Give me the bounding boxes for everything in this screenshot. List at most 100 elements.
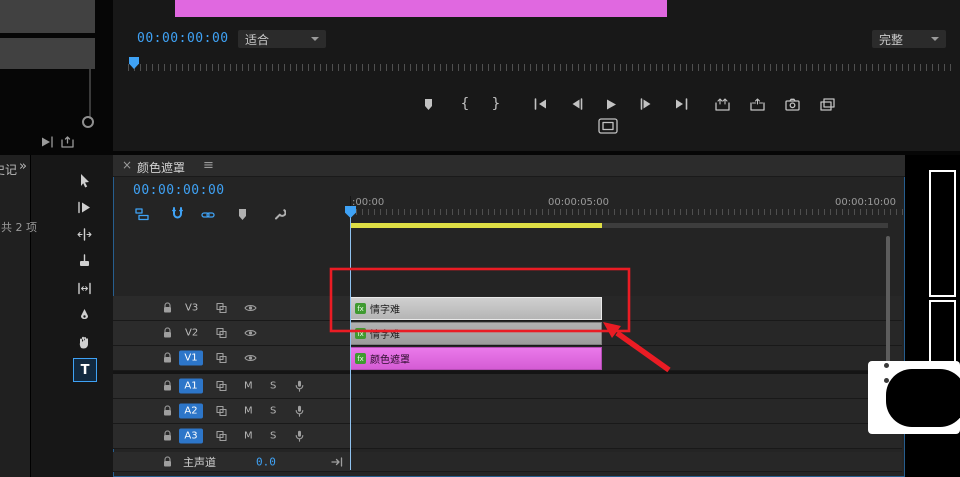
nest-sequence-toggle-icon[interactable] [135, 208, 149, 221]
go-to-out-button[interactable] [671, 94, 691, 114]
lift-button[interactable] [712, 94, 732, 114]
playhead-head-icon[interactable] [345, 206, 356, 218]
play-button[interactable] [601, 94, 621, 114]
chevron-down-icon [931, 37, 939, 41]
add-marker-button[interactable] [418, 94, 438, 114]
track-lock-icon[interactable] [163, 303, 172, 314]
timeline-timecode[interactable]: 00:00:00:00 [133, 183, 225, 198]
track-lock-icon[interactable] [163, 328, 172, 339]
track-target-a1[interactable]: A1 [179, 379, 203, 394]
timeline-panel: × 颜色遮罩 ≡ 00:00:00:00 :00:00 00:00:05:00 … [113, 155, 905, 477]
track-output-eye-icon[interactable] [244, 329, 257, 338]
track-select-tool-button[interactable] [71, 196, 97, 218]
track-lock-icon[interactable] [163, 381, 172, 392]
timeline-scrollbar[interactable] [886, 236, 890, 366]
playback-quality-select[interactable]: 完整 [872, 30, 946, 48]
step-back-button[interactable] [566, 94, 586, 114]
export-icon[interactable] [61, 136, 74, 148]
sync-lock-icon[interactable] [216, 406, 227, 417]
track-lock-icon[interactable] [163, 406, 172, 417]
pen-tool-button[interactable] [71, 304, 97, 326]
monitor-time-ruler[interactable] [128, 64, 954, 71]
playback-quality-value: 完整 [879, 31, 903, 48]
clip-v1-color-matte[interactable]: fx 颜色遮罩 [350, 347, 602, 370]
track-header-master: 主声道 0.0 [113, 452, 350, 471]
sync-lock-icon[interactable] [216, 353, 227, 364]
track-row-a3: A3 M S [113, 424, 902, 449]
track-lock-icon[interactable] [163, 431, 172, 442]
go-to-in-button[interactable] [530, 94, 550, 114]
master-volume-value[interactable]: 0.0 [256, 455, 276, 468]
scroll-dot-icon[interactable] [884, 378, 889, 383]
clip-v3[interactable]: fx 情字难 [350, 297, 602, 320]
sync-lock-icon[interactable] [216, 381, 227, 392]
track-header-v2: V2 [113, 321, 350, 345]
track-target-a2[interactable]: A2 [179, 404, 203, 419]
track-lock-icon[interactable] [163, 353, 172, 364]
scroll-knob-icon[interactable] [82, 116, 94, 128]
track-name-v2[interactable]: V2 [185, 328, 198, 339]
scrollbar-track[interactable] [89, 69, 91, 119]
zoom-level-select[interactable]: 适合 [238, 30, 326, 48]
track-target-a3[interactable]: A3 [179, 429, 203, 444]
track-lane-a3[interactable] [350, 424, 902, 448]
panel-tab-fragment[interactable]: 史记 [0, 161, 17, 178]
voiceover-mic-icon[interactable] [295, 405, 304, 417]
program-timecode[interactable]: 00:00:00:00 [137, 31, 229, 46]
razor-tool-button[interactable] [71, 250, 97, 272]
program-preview-fragment [175, 0, 667, 17]
close-icon[interactable]: × [122, 158, 132, 172]
track-target-v1[interactable]: V1 [179, 351, 203, 366]
pan-bind-icon[interactable] [331, 456, 344, 467]
mark-out-button[interactable]: } [486, 94, 506, 114]
playhead-line[interactable] [350, 212, 351, 470]
slip-tool-button[interactable] [71, 277, 97, 299]
play-in-to-out-icon[interactable] [40, 136, 54, 148]
track-output-eye-icon[interactable] [244, 354, 257, 363]
extract-button[interactable] [747, 94, 767, 114]
type-tool-button[interactable]: T [73, 358, 97, 382]
timeline-settings-wrench-icon[interactable] [273, 208, 286, 221]
mute-button[interactable]: M [244, 406, 253, 417]
sync-lock-icon[interactable] [216, 328, 227, 339]
project-item-thumbnail [0, 38, 95, 69]
ripple-edit-tool-button[interactable] [71, 223, 97, 245]
sync-lock-icon[interactable] [216, 431, 227, 442]
sync-lock-icon[interactable] [216, 303, 227, 314]
tab-sequence-title[interactable]: 颜色遮罩 [137, 159, 185, 176]
track-lane-a1[interactable] [350, 374, 902, 398]
track-name-v3[interactable]: V3 [185, 303, 198, 314]
timeline-ruler[interactable] [350, 209, 903, 215]
solo-button[interactable]: S [270, 406, 276, 417]
panel-menu-icon[interactable]: ≡ [203, 158, 214, 173]
scroll-dot-icon[interactable] [884, 363, 889, 368]
hand-tool-button[interactable] [71, 331, 97, 353]
work-area-bar-active[interactable] [350, 223, 602, 228]
selection-tool-button[interactable] [71, 169, 97, 191]
linked-selection-icon[interactable] [201, 210, 215, 220]
track-lane-master[interactable] [350, 452, 902, 471]
voiceover-mic-icon[interactable] [295, 430, 304, 442]
solo-button[interactable]: S [270, 431, 276, 442]
voiceover-mic-icon[interactable] [295, 380, 304, 392]
track-lane-a2[interactable] [350, 399, 902, 423]
clip-v2[interactable]: fx 情字难 [350, 322, 602, 345]
track-row-a1: A1 M S [113, 374, 902, 399]
fx-badge-icon: fx [355, 303, 366, 314]
track-lock-icon[interactable] [163, 456, 172, 467]
export-media-button[interactable] [817, 94, 837, 114]
tab-overflow-button[interactable]: » [19, 159, 27, 174]
mark-in-button[interactable]: { [455, 94, 475, 114]
background-window-fragment [929, 300, 956, 363]
ruler-label-mid: 00:00:05:00 [548, 197, 609, 208]
mute-button[interactable]: M [244, 381, 253, 392]
export-frame-button[interactable] [782, 94, 802, 114]
safe-margins-button[interactable] [598, 118, 618, 134]
step-forward-button[interactable] [636, 94, 656, 114]
snap-magnet-icon[interactable] [171, 207, 184, 221]
solo-button[interactable]: S [270, 381, 276, 392]
add-marker-icon[interactable] [237, 208, 248, 221]
mute-button[interactable]: M [244, 431, 253, 442]
track-output-eye-icon[interactable] [244, 304, 257, 313]
tools-panel: T [31, 155, 113, 477]
